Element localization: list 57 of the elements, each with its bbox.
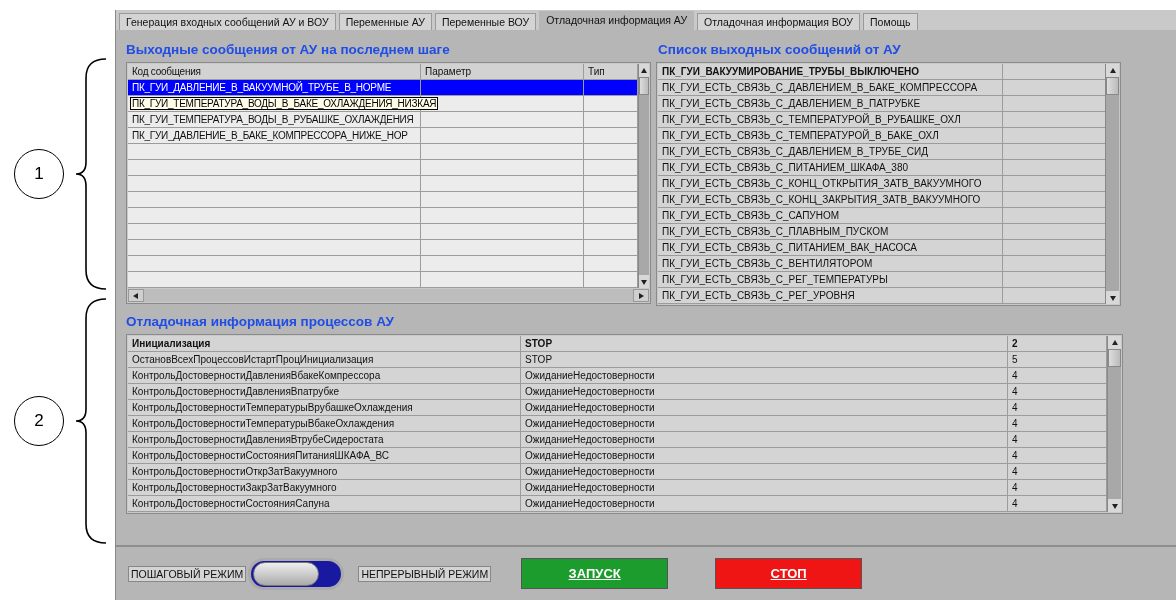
scroll-thumb[interactable] [639, 77, 649, 95]
scrollbar[interactable] [1107, 336, 1121, 512]
table-cell: Инициализация [128, 336, 521, 351]
table-cell: ОжиданиеНедостоверности [521, 464, 1008, 479]
table-cell: ОжиданиеНедостоверности [521, 448, 1008, 463]
mode-label: ПОШАГОВЫЙ РЕЖИМ [128, 565, 247, 582]
table-cell: ОжиданиеНедостоверности [521, 368, 1008, 383]
table-cell: КонтрольДостоверностиДавленияВтрубеСидеростата [128, 432, 521, 447]
section-title: Список выходных сообщений от АУ [657, 42, 902, 59]
table-row[interactable]: ПК_ГУИ_ТЕМПЕРАТУРА_ВОДЫ_В_РУБАШКЕ_ОХЛАЖДЕНИЯ [128, 112, 638, 128]
tooltip: ПК_ГУИ_ТЕМПЕРАТУРА_ВОДЫ_В_БАКЕ_ОХЛАЖДЕНИЯ_НИЗКАЯ [130, 97, 439, 110]
table-cell: STOP [521, 352, 1008, 367]
scroll-thumb[interactable] [1108, 349, 1121, 367]
table-cell: ОжиданиеНедостоверности [521, 416, 1008, 431]
table-cell: КонтрольДостоверностиЗакрЗатВакуумного [128, 480, 521, 495]
table-cell: КонтрольДостоверностиТемпературыВрубашкеОхлаждения [128, 400, 521, 415]
table-cell: ОжиданиеНедостоверности [521, 496, 1008, 511]
mode-label: НЕПРЕРЫВНЫЙ РЕЖИМ [358, 565, 492, 582]
tab[interactable]: Генерация входных сообщений АУ и ВОУ [119, 13, 336, 30]
table-row[interactable]: ПК_ГУИ_ТЕМПЕРАТУРА_ВОДЫ_В_БАКЕ_ОХЛАЖДЕНИЯ_НИЗКАЯ [128, 96, 638, 112]
scroll-right-icon [636, 290, 646, 301]
scroll-left-icon [131, 290, 141, 301]
table-cell: КонтрольДостоверностиТемпературыВбакеОхлаждения [128, 416, 521, 431]
scrollbar[interactable] [128, 289, 649, 302]
callout-circle: 2 [14, 396, 64, 446]
tab[interactable]: Переменные АУ [338, 13, 432, 30]
table-cell: КонтрольДостоверностиСостоянияСапуна [128, 496, 521, 511]
callout-circle: 1 [14, 149, 64, 199]
scrollbar[interactable] [1105, 64, 1119, 304]
table-cell: ОстановВсехПроцессовИстартПроцИнициализация [128, 352, 521, 367]
table-cell: ОжиданиеНедостоверности [521, 480, 1008, 495]
tab[interactable]: Отладочная информация АУ [539, 11, 695, 30]
table-row[interactable]: ПК_ГУИ_ДАВЛЕНИЕ_В_ВАКУУМНОЙ_ТРУБЕ_В_НОРМЕ [128, 80, 638, 96]
stop-button[interactable]: СТОП [715, 558, 863, 589]
column-header[interactable]: Параметр [421, 64, 584, 79]
mode-switch[interactable] [248, 557, 345, 590]
column-header[interactable]: Код сообщения [128, 64, 421, 79]
scrollbar[interactable] [638, 64, 649, 288]
table-row[interactable]: ПК_ГУИ_ДАВЛЕНИЕ_В_БАКЕ_КОМПРЕССОРА_НИЖЕ_НОР [128, 128, 638, 144]
table-cell: ОжиданиеНедостоверности [521, 400, 1008, 415]
section-title: Выходные сообщения от АУ на последнем шаге [126, 42, 451, 59]
tab[interactable]: Помощь [863, 13, 918, 30]
table-cell: КонтрольДостоверностиДавленияВбакеКомпрессора [128, 368, 521, 383]
start-button[interactable]: ЗАПУСК [521, 558, 669, 589]
section-title: Отладочная информация процессов АУ [126, 314, 395, 331]
table-cell: ПК_ГУИ_ТЕМПЕРАТУРА_ВОДЫ_В_РУБАШКЕ_ОХЛАЖДЕНИЯ [132, 114, 414, 125]
table-cell: ОжиданиеНедостоверности [521, 384, 1008, 399]
table-cell: ПК_ГУИ_ДАВЛЕНИЕ_В_ВАКУУМНОЙ_ТРУБЕ_В_НОРМЕ [132, 82, 392, 93]
tab[interactable]: Переменные ВОУ [434, 13, 537, 30]
table-cell: ОжиданиеНедостоверности [521, 432, 1008, 447]
tab[interactable]: Отладочная информация ВОУ [697, 13, 861, 30]
scroll-thumb[interactable] [1106, 77, 1119, 95]
table-cell: STOP [521, 336, 1008, 351]
table-cell: КонтрольДостоверностиОткрЗатВакуумного [128, 464, 521, 479]
table-cell: ПК_ГУИ_ДАВЛЕНИЕ_В_БАКЕ_КОМПРЕССОРА_НИЖЕ_НОР [132, 130, 408, 141]
table-cell: КонтрольДостоверностиСостоянияПитанияШКАФА_ВС [128, 448, 521, 463]
table-cell: КонтрольДостоверностиДавленияВпатрубке [128, 384, 521, 399]
